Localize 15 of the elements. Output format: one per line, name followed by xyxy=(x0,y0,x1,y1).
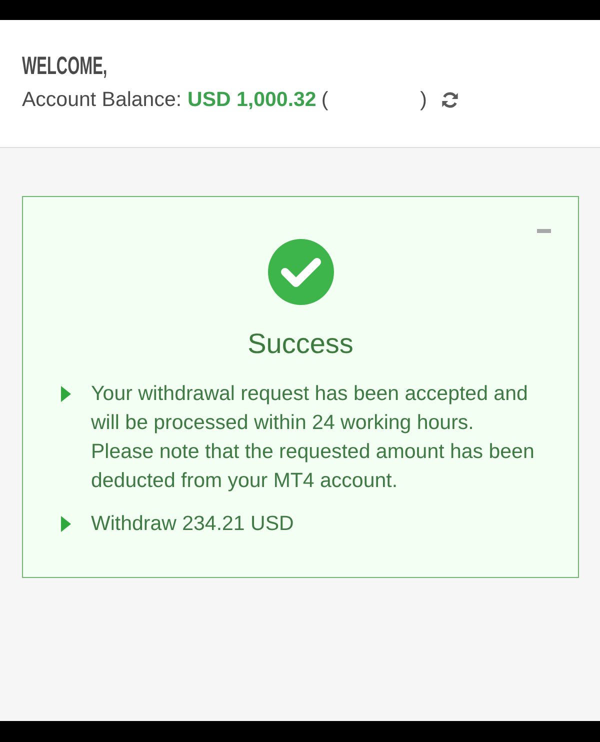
message-text: Please note that the requested amount has been deducted from your MT4 account. xyxy=(91,439,536,494)
triangle-bullet-icon xyxy=(61,516,71,532)
message-text: Withdraw 234.21 USD xyxy=(91,511,294,537)
refresh-button[interactable] xyxy=(440,90,460,110)
minus-icon xyxy=(537,229,551,233)
close-parenthesis: ) xyxy=(420,87,427,113)
triangle-bullet-icon xyxy=(61,386,71,402)
balance-amount: USD 1,000.32 xyxy=(188,87,316,113)
balance-label: Account Balance: xyxy=(22,87,182,113)
success-title: Success xyxy=(248,327,354,361)
open-parenthesis: ( xyxy=(321,87,328,113)
check-circle-icon xyxy=(268,239,334,305)
message-text: Your withdrawal request has been accepted and will be processed within 24 working hours. xyxy=(91,381,529,436)
refresh-icon xyxy=(440,90,460,110)
welcome-heading: WELCOME, xyxy=(22,52,108,80)
